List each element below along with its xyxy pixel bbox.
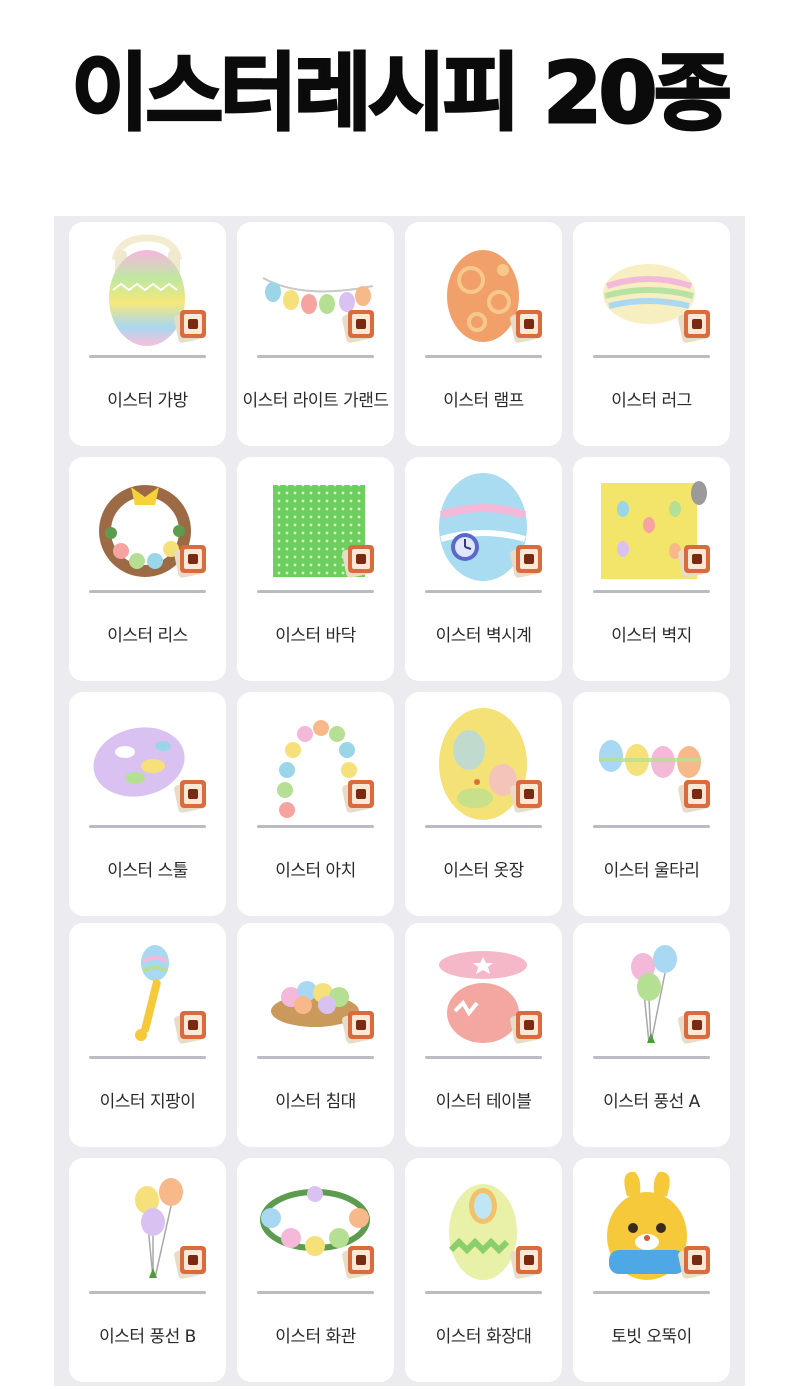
recipe-card-easter-lamp[interactable]: 이스터 램프: [405, 222, 562, 446]
recipe-card-easter-stool[interactable]: 이스터 스툴: [69, 692, 226, 916]
recipe-grid: 이스터 가방 이스터 라이트 가랜드 이스터 램프 이스터 러그 이스터 리스 …: [54, 216, 745, 1386]
divider: [257, 355, 374, 358]
diy-recipe-card-icon: [510, 1011, 542, 1044]
diy-recipe-card-icon: [342, 545, 374, 578]
recipe-card-easter-flower-crown[interactable]: 이스터 화관: [237, 1158, 394, 1382]
recipe-card-easter-arch[interactable]: 이스터 아치: [237, 692, 394, 916]
recipe-label: 이스터 라이트 가랜드: [242, 391, 389, 411]
recipe-label: 이스터 풍선 B: [99, 1327, 196, 1347]
diy-recipe-card-icon: [510, 310, 542, 343]
recipe-card-easter-wallpaper[interactable]: 이스터 벽지: [573, 457, 730, 681]
divider: [593, 590, 710, 593]
recipe-label: 이스터 화관: [275, 1327, 356, 1347]
divider: [593, 1291, 710, 1294]
divider: [425, 1056, 542, 1059]
recipe-label: 이스터 리스: [107, 626, 188, 646]
recipe-label: 이스터 울타리: [603, 861, 700, 881]
divider: [89, 1056, 206, 1059]
diy-recipe-card-icon: [678, 310, 710, 343]
diy-recipe-card-icon: [678, 1246, 710, 1279]
recipe-card-easter-balloon-a[interactable]: 이스터 풍선 A: [573, 923, 730, 1147]
diy-recipe-card-icon: [678, 1011, 710, 1044]
recipe-label: 이스터 램프: [443, 391, 524, 411]
recipe-label: 이스터 침대: [275, 1092, 356, 1112]
recipe-label: 이스터 풍선 A: [603, 1092, 700, 1112]
diy-recipe-card-icon: [174, 545, 206, 578]
recipe-card-easter-rug[interactable]: 이스터 러그: [573, 222, 730, 446]
recipe-card-easter-light-garland[interactable]: 이스터 라이트 가랜드: [237, 222, 394, 446]
divider: [257, 1056, 374, 1059]
page-title: 이스터레시피 20종: [70, 43, 733, 144]
divider: [89, 355, 206, 358]
diy-recipe-card-icon: [342, 1246, 374, 1279]
recipe-card-easter-vanity[interactable]: 이스터 화장대: [405, 1158, 562, 1382]
diy-recipe-card-icon: [342, 310, 374, 343]
recipe-label: 이스터 벽시계: [435, 626, 532, 646]
recipe-card-easter-fence[interactable]: 이스터 울타리: [573, 692, 730, 916]
diy-recipe-card-icon: [678, 780, 710, 813]
divider: [257, 825, 374, 828]
recipe-card-easter-wall-clock[interactable]: 이스터 벽시계: [405, 457, 562, 681]
divider: [593, 355, 710, 358]
diy-recipe-card-icon: [174, 1246, 206, 1279]
recipe-card-easter-wardrobe[interactable]: 이스터 옷장: [405, 692, 562, 916]
diy-recipe-card-icon: [510, 545, 542, 578]
recipe-label: 토빗 오뚝이: [611, 1327, 692, 1347]
divider: [257, 590, 374, 593]
recipe-label: 이스터 러그: [611, 391, 692, 411]
divider: [257, 1291, 374, 1294]
recipe-card-zipper-doll[interactable]: 토빗 오뚝이: [573, 1158, 730, 1382]
recipe-label: 이스터 바닥: [275, 626, 356, 646]
diy-recipe-card-icon: [510, 1246, 542, 1279]
recipe-label: 이스터 옷장: [443, 861, 524, 881]
diy-recipe-card-icon: [678, 545, 710, 578]
recipe-label: 이스터 지팡이: [99, 1092, 196, 1112]
divider: [593, 825, 710, 828]
divider: [89, 825, 206, 828]
recipe-label: 이스터 테이블: [435, 1092, 532, 1112]
recipe-card-easter-flooring[interactable]: 이스터 바닥: [237, 457, 394, 681]
recipe-label: 이스터 스툴: [107, 861, 188, 881]
divider: [593, 1056, 710, 1059]
divider: [89, 1291, 206, 1294]
diy-recipe-card-icon: [174, 1011, 206, 1044]
diy-recipe-card-icon: [174, 780, 206, 813]
divider: [425, 590, 542, 593]
diy-recipe-card-icon: [510, 780, 542, 813]
recipe-label: 이스터 아치: [275, 861, 356, 881]
recipe-card-easter-wand[interactable]: 이스터 지팡이: [69, 923, 226, 1147]
recipe-card-easter-table[interactable]: 이스터 테이블: [405, 923, 562, 1147]
recipe-card-easter-wreath[interactable]: 이스터 리스: [69, 457, 226, 681]
recipe-label: 이스터 벽지: [611, 626, 692, 646]
recipe-card-easter-bed[interactable]: 이스터 침대: [237, 923, 394, 1147]
divider: [425, 825, 542, 828]
divider: [425, 1291, 542, 1294]
recipe-card-easter-bag[interactable]: 이스터 가방: [69, 222, 226, 446]
recipe-card-easter-balloon-b[interactable]: 이스터 풍선 B: [69, 1158, 226, 1382]
diy-recipe-card-icon: [342, 1011, 374, 1044]
divider: [89, 590, 206, 593]
recipe-label: 이스터 화장대: [435, 1327, 532, 1347]
diy-recipe-card-icon: [174, 310, 206, 343]
divider: [425, 355, 542, 358]
diy-recipe-card-icon: [342, 780, 374, 813]
recipe-label: 이스터 가방: [107, 391, 188, 411]
